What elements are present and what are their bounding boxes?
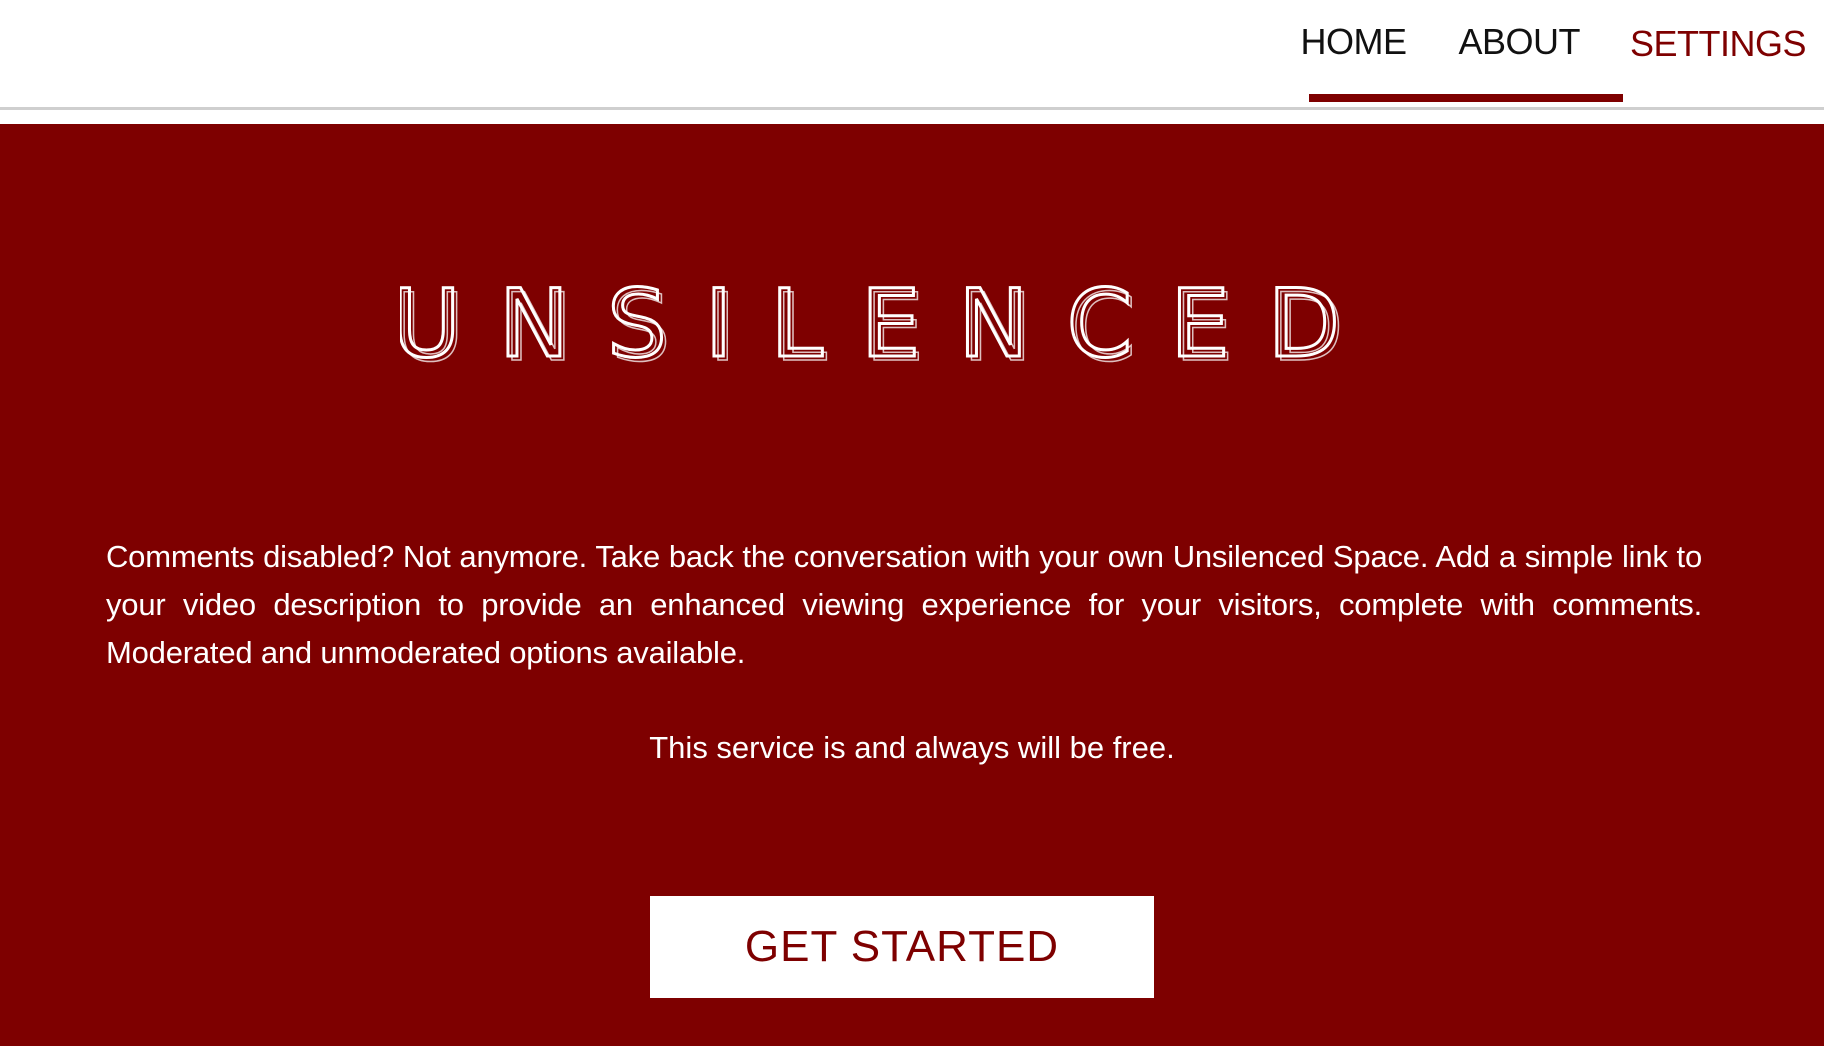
get-started-button[interactable]: GET STARTED [650, 896, 1154, 998]
nav-active-underline [1309, 94, 1623, 102]
nav-settings-link[interactable]: SETTINGS [1630, 0, 1807, 62]
header-divider-gap [0, 110, 1824, 124]
unsilenced-logo-wordmark: UNSILENCED UNSILENCED [400, 269, 1370, 375]
hero-description: Comments disabled? Not anymore. Take bac… [106, 539, 1702, 670]
main-nav: HOME ABOUT SETTINGS [1300, 0, 1824, 102]
nav-about-link[interactable]: ABOUT [1458, 0, 1580, 60]
unsilenced-logo: UNSILENCED UNSILENCED [400, 264, 1370, 375]
hero-section: UNSILENCED UNSILENCED Comments disabled?… [0, 124, 1824, 1046]
top-nav-bar: HOME ABOUT SETTINGS [0, 0, 1824, 110]
free-service-note: This service is and always will be free. [649, 730, 1175, 765]
page: HOME ABOUT SETTINGS UNSILENCED UNSILENCE… [0, 0, 1824, 1046]
logo-wordmark-inner-line: UNSILENCED [400, 274, 1370, 374]
nav-home-link[interactable]: HOME [1300, 0, 1407, 60]
